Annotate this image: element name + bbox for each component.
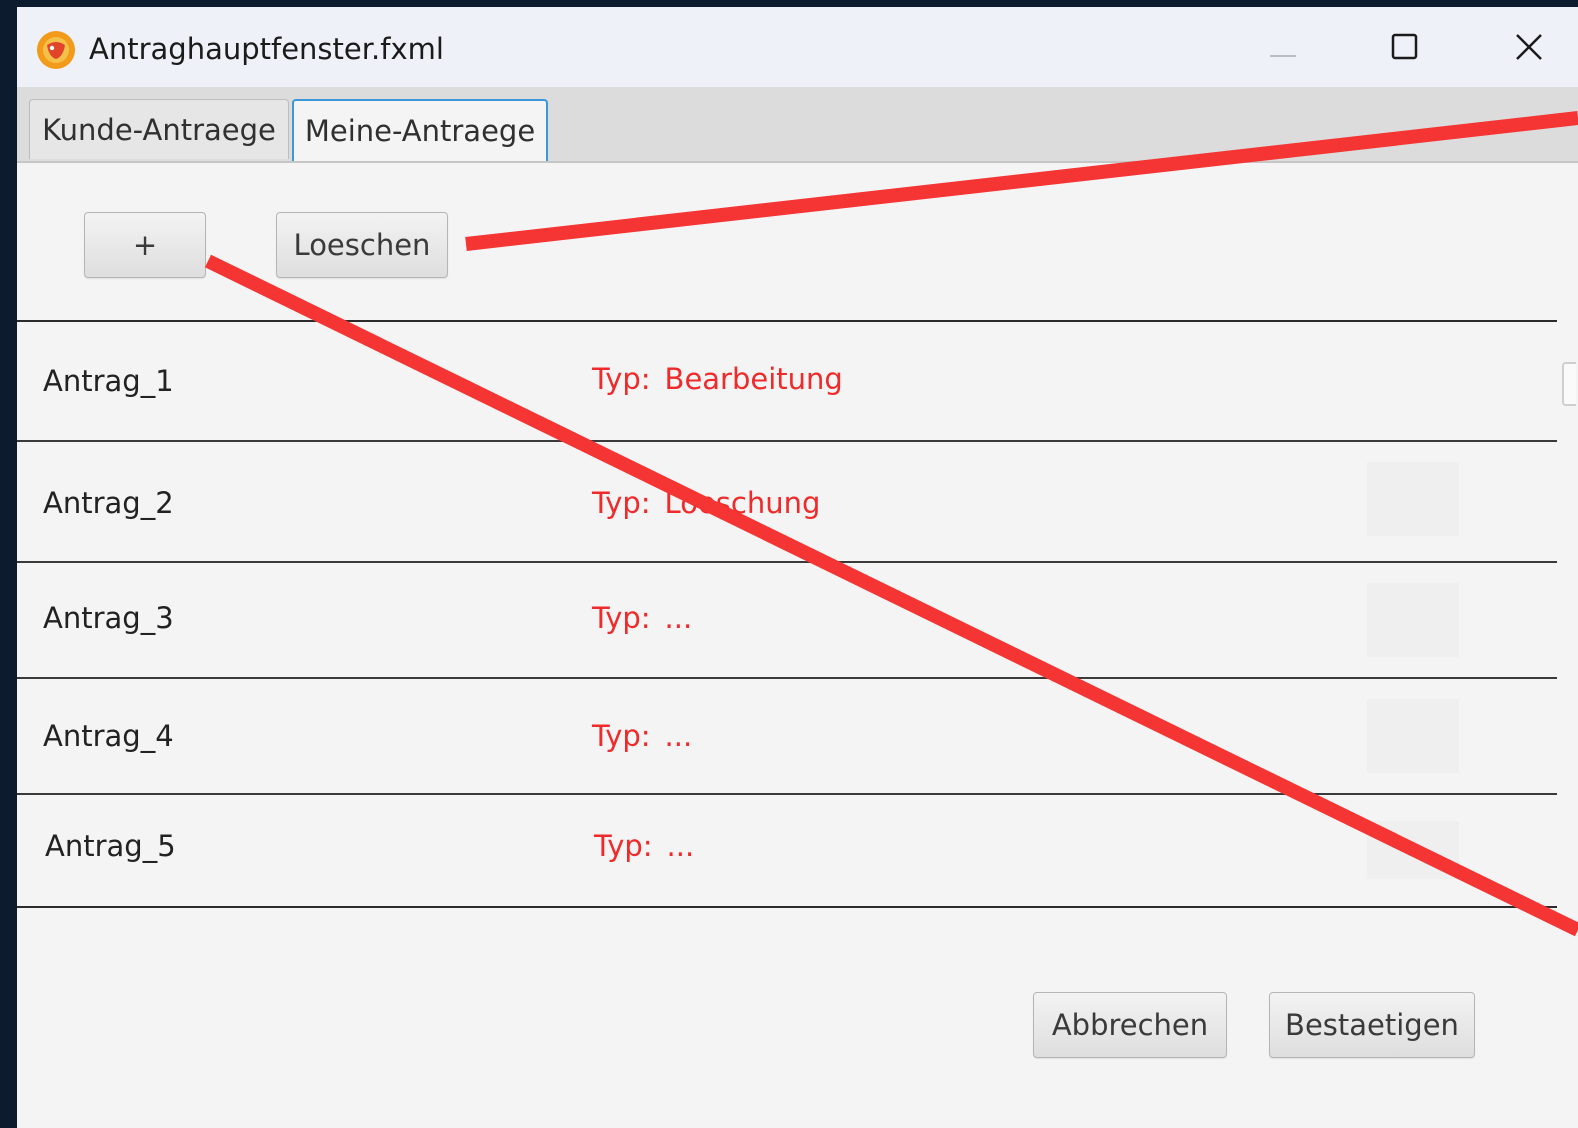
window-title: Antraghauptfenster.fxml: [89, 32, 444, 66]
cancel-button[interactable]: Abbrechen: [1033, 992, 1227, 1058]
antrag-name: Antrag_1: [43, 364, 174, 398]
row-placeholder: [1367, 583, 1459, 657]
type-value: Bearbeitung: [664, 362, 843, 396]
antrag-type: Typ:...: [594, 829, 694, 863]
list-item[interactable]: Antrag_4 Typ:...: [17, 679, 1557, 795]
row-placeholder: [1367, 699, 1459, 773]
minimize-icon: [1270, 55, 1296, 57]
close-button[interactable]: [1499, 23, 1559, 71]
row-placeholder: [1367, 462, 1459, 536]
antrag-list: Antrag_1 Typ: Bearbeitung Antrag_2 Typ: Lo…: [17, 320, 1557, 908]
antrag-type: Typ:...: [592, 719, 692, 753]
title-bar[interactable]: Antraghauptfenster.fxml: [17, 7, 1578, 88]
confirm-button[interactable]: Bestaetigen: [1269, 992, 1475, 1058]
type-prefix: Typ:: [592, 486, 651, 520]
maximize-button[interactable]: [1375, 23, 1435, 71]
tab-kunde-antraege[interactable]: Kunde-Antraege: [29, 99, 289, 159]
maximize-icon: [1391, 33, 1418, 60]
type-value: Loeschung: [664, 486, 821, 520]
antrag-type: Typ:...: [592, 601, 692, 635]
list-scrollbar[interactable]: [1558, 320, 1578, 908]
screen: Antraghauptfenster.fxml Kunde-Antraege M…: [0, 0, 1578, 1128]
list-item[interactable]: Antrag_1 Typ: Bearbeitung: [17, 322, 1557, 442]
delete-button[interactable]: Loeschen: [276, 212, 448, 278]
list-item[interactable]: Antrag_3 Typ:...: [17, 563, 1557, 679]
type-prefix: Typ:: [592, 601, 651, 635]
antrag-name: Antrag_4: [43, 719, 174, 753]
row-placeholder: [1367, 821, 1459, 879]
list-item[interactable]: Antrag_5 Typ:...: [17, 795, 1557, 902]
minimize-button[interactable]: [1253, 23, 1313, 71]
app-window: Antraghauptfenster.fxml Kunde-Antraege M…: [17, 7, 1578, 1128]
add-button[interactable]: +: [84, 212, 206, 278]
antrag-name: Antrag_2: [43, 486, 174, 520]
type-value: ...: [664, 719, 693, 753]
tab-bar: Kunde-Antraege Meine-Antraege: [17, 87, 1578, 163]
tab-meine-antraege[interactable]: Meine-Antraege: [292, 99, 548, 161]
type-prefix: Typ:: [594, 829, 653, 863]
antrag-type: Typ: Loeschung: [592, 486, 820, 520]
type-value: ...: [666, 829, 695, 863]
app-logo-icon: [37, 31, 75, 69]
antrag-name: Antrag_5: [45, 829, 176, 863]
type-value: ...: [664, 601, 693, 635]
list-item[interactable]: Antrag_2 Typ: Loeschung: [17, 442, 1557, 563]
antrag-name: Antrag_3: [43, 601, 174, 635]
type-prefix: Typ:: [592, 719, 651, 753]
type-prefix: Typ:: [592, 362, 651, 396]
antrag-type: Typ: Bearbeitung: [592, 362, 843, 396]
scrollbar-thumb[interactable]: [1562, 362, 1576, 406]
close-icon: [1516, 34, 1542, 60]
